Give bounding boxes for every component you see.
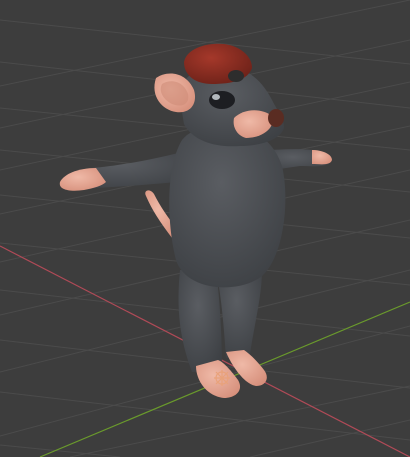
rat-nose (268, 109, 284, 127)
rat-right-hand (312, 150, 332, 165)
rat-eye (209, 91, 235, 109)
object-origin-icon[interactable] (214, 370, 230, 386)
rat-character[interactable] (59, 43, 332, 398)
viewport-canvas[interactable] (0, 0, 410, 457)
rat-torso (169, 126, 286, 288)
3d-viewport[interactable] (0, 0, 410, 457)
